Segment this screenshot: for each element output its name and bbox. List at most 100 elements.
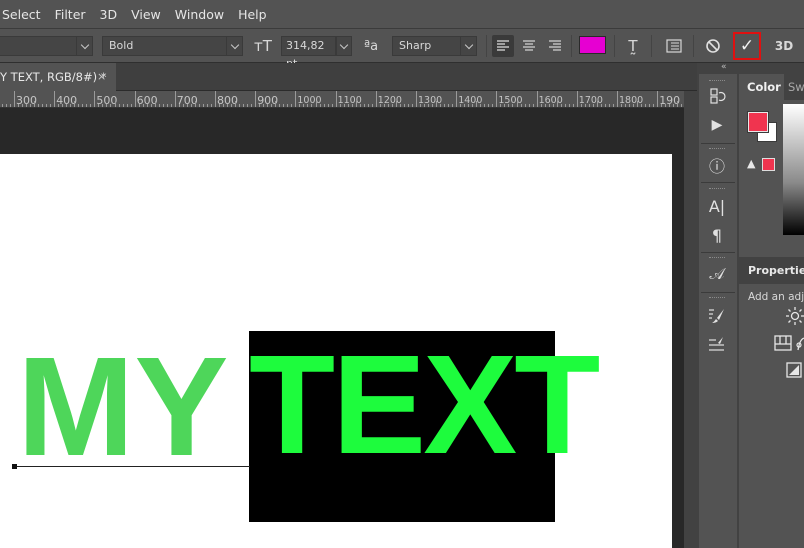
commit-button[interactable]: ✓ — [733, 32, 761, 60]
antialias-value: Sharp — [399, 39, 432, 52]
ruler-tick-label: 1400 — [458, 95, 483, 106]
ruler-tick — [86, 104, 88, 107]
3d-button[interactable]: 3D — [773, 35, 795, 57]
ruler-tick — [311, 104, 313, 107]
ruler-tick — [665, 104, 667, 107]
color-spectrum[interactable] — [783, 104, 804, 235]
ruler-tick — [572, 104, 574, 107]
ruler-tick — [448, 104, 450, 107]
separator — [701, 143, 735, 144]
ruler-tick — [564, 104, 566, 107]
ruler-tick — [255, 91, 257, 107]
horizontal-ruler: 300 400 500 600 700 800 900 1000 1100 1200 1300 140… — [0, 91, 684, 108]
font-size-dropdown[interactable] — [336, 36, 352, 56]
ruler-tick — [351, 104, 353, 107]
ruler-tick — [496, 91, 498, 107]
menu-help[interactable]: Help — [231, 0, 274, 29]
ruler-tick — [58, 104, 60, 107]
ruler-tick — [247, 104, 249, 107]
menu-view[interactable]: View — [124, 0, 168, 29]
ruler-tick — [14, 91, 15, 107]
align-left-button[interactable] — [492, 35, 514, 57]
menu-select[interactable]: Select — [0, 0, 48, 29]
curves-adjustment-button[interactable] — [796, 336, 804, 356]
ruler-tick — [74, 101, 76, 107]
ruler-tick — [339, 104, 341, 107]
glyphs-icon: 𝒜 — [709, 264, 725, 283]
ruler-tick — [560, 104, 562, 107]
text-layer-text-selected[interactable]: TEXT — [249, 334, 600, 475]
menu-window[interactable]: Window — [168, 0, 231, 29]
antialias-dropdown[interactable]: Sharp — [392, 36, 477, 56]
history-button[interactable] — [705, 85, 729, 107]
font-size-field[interactable]: 314,82 pt — [281, 36, 336, 70]
ruler-tick — [395, 101, 397, 107]
tab-swatches[interactable]: Sw — [788, 74, 804, 100]
glyphs-button[interactable]: 𝒜 — [705, 263, 729, 285]
ruler-tick — [34, 101, 36, 107]
panel-grip[interactable] — [709, 148, 725, 150]
text-color-swatch[interactable] — [579, 36, 606, 54]
text-layer-my[interactable]: MY — [17, 336, 229, 477]
ruler-tick — [653, 104, 655, 107]
ruler-tick — [243, 104, 245, 107]
font-style-dropdown[interactable]: Bold — [102, 36, 243, 56]
ruler-tick — [122, 104, 124, 107]
brush-settings-button[interactable] — [705, 305, 729, 327]
gamut-color-swatch[interactable] — [762, 158, 775, 171]
warp-text-icon: T̰ — [628, 37, 638, 55]
cancel-button[interactable] — [702, 35, 724, 57]
ruler-tick — [110, 104, 112, 107]
tab-color[interactable]: Color — [739, 74, 784, 100]
ruler-tick — [142, 104, 144, 107]
align-right-button[interactable] — [544, 35, 566, 57]
character-button[interactable]: A| — [705, 195, 729, 217]
ruler-tick — [38, 104, 40, 107]
tool-presets-button[interactable] — [705, 334, 729, 356]
vertical-scrollbar[interactable] — [684, 91, 697, 548]
actions-button[interactable]: ▶ — [705, 114, 729, 136]
ruler-tick — [669, 104, 671, 107]
ruler-tick — [584, 104, 586, 107]
align-right-icon — [549, 40, 561, 51]
document-tab[interactable]: Y TEXT, RGB/8#) * × — [0, 63, 116, 91]
ruler-tick — [673, 104, 675, 107]
separator — [701, 182, 735, 183]
out-of-gamut-warning-icon[interactable]: ▲ — [747, 157, 755, 170]
properties-panel-title[interactable]: Properties — [739, 258, 804, 284]
foreground-color-swatch[interactable] — [747, 111, 769, 133]
brush-icon — [709, 309, 724, 323]
menu-3d[interactable]: 3D — [93, 0, 125, 29]
panel-grip[interactable] — [709, 257, 725, 259]
brightness-adjustment-button[interactable] — [786, 307, 804, 329]
baseline-handle[interactable] — [12, 464, 17, 469]
panel-grip[interactable] — [709, 80, 725, 82]
paragraph-button[interactable]: ¶ — [705, 224, 729, 246]
align-center-button[interactable] — [518, 35, 540, 57]
align-center-icon — [523, 40, 535, 51]
separator — [701, 252, 735, 253]
exposure-adjustment-button[interactable] — [786, 362, 802, 382]
info-button[interactable]: ⓘ — [705, 154, 729, 176]
ruler-tick — [580, 104, 582, 107]
close-icon[interactable]: × — [97, 63, 106, 91]
3d-icon: 3D — [774, 39, 794, 53]
ruler-tick — [399, 104, 401, 107]
ruler-tick — [114, 101, 116, 107]
ruler-tick — [279, 104, 281, 107]
ruler-tick — [625, 104, 627, 107]
font-family-dropdown[interactable] — [0, 36, 93, 56]
panel-grip[interactable] — [709, 188, 725, 190]
levels-adjustment-button[interactable] — [774, 335, 792, 355]
menu-filter[interactable]: Filter — [48, 0, 93, 29]
sun-icon — [786, 307, 804, 325]
ruler-tick — [524, 104, 526, 107]
collapse-panels-icon[interactable]: « — [721, 62, 727, 72]
ruler-tick — [210, 104, 212, 107]
ruler-tick — [617, 91, 618, 107]
ruler-tick — [411, 104, 413, 107]
warp-text-button[interactable]: T̰ — [622, 35, 644, 57]
character-panel-button[interactable] — [663, 35, 685, 57]
ruler-tick — [649, 104, 651, 107]
panel-grip[interactable] — [709, 297, 725, 299]
